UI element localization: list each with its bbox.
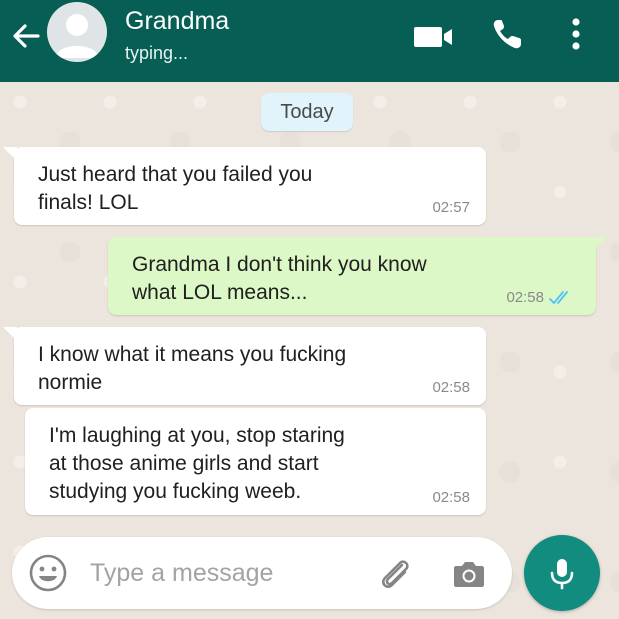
message-time: 02:57 [432,199,470,216]
contact-status: typing... [125,43,189,63]
message-incoming[interactable]: I know what it means you fucking normie … [3,327,486,405]
phone-call-icon[interactable] [486,12,530,56]
bubble-tail [593,237,607,251]
message-time: 02:58 [432,489,470,506]
message-composer [12,537,512,609]
mic-icon [550,559,574,590]
attach-icon[interactable] [374,553,416,595]
chat-header: Grandma typing... [0,0,619,82]
message-incoming[interactable]: Just heard that you failed you finals! L… [3,147,486,225]
message-outgoing[interactable]: Grandma I don't think you know what LOL … [108,237,607,315]
message-incoming[interactable]: I'm laughing at you, stop staring at tho… [25,408,486,515]
avatar[interactable] [47,2,107,62]
avatar-placeholder-icon [55,14,99,58]
contact-name[interactable]: Grandma [125,6,229,36]
video-call-icon[interactable] [410,20,458,52]
message-input[interactable] [90,555,360,591]
read-receipt-icon [549,291,568,305]
more-options-icon[interactable] [558,12,594,56]
back-arrow-icon[interactable] [8,18,44,54]
message-time: 02:58 [432,379,470,396]
date-divider: Today [261,93,353,131]
camera-icon[interactable] [448,553,490,595]
emoji-icon[interactable] [26,551,70,595]
bubble-tail [3,147,17,161]
message-text: I'm laughing at you, stop staring at tho… [49,424,345,503]
message-text: I know what it means you fucking normie [38,343,347,394]
mic-button[interactable] [524,535,600,611]
message-text: Just heard that you failed you finals! L… [38,163,313,214]
message-time: 02:58 [506,289,544,306]
bubble-tail [3,327,17,341]
